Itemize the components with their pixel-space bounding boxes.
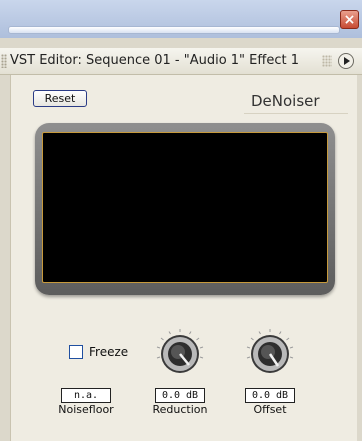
drag-handle-icon[interactable] bbox=[1, 54, 7, 68]
panel-titlebar: VST Editor: Sequence 01 - "Audio 1" Effe… bbox=[0, 48, 362, 75]
knob-icon bbox=[156, 329, 204, 373]
noisefloor-value: n.a. bbox=[61, 388, 111, 403]
window-title: VST Editor: Sequence 01 - "Audio 1" Effe… bbox=[10, 53, 299, 68]
spectrum-display bbox=[42, 132, 328, 283]
offset-label: Offset bbox=[253, 403, 287, 416]
plugin-panel: Reset DeNoiser Freeze n.a. 0.0 dB 0.0 dB… bbox=[10, 75, 357, 441]
close-button[interactable]: × bbox=[340, 10, 359, 29]
host-top-strip: × bbox=[0, 0, 362, 38]
plugin-name: DeNoiser bbox=[251, 92, 320, 110]
grip-icon bbox=[322, 55, 332, 67]
scrollbar[interactable] bbox=[8, 26, 340, 34]
divider bbox=[244, 113, 348, 114]
close-icon: × bbox=[343, 12, 356, 28]
reduction-value[interactable]: 0.0 dB bbox=[155, 388, 205, 403]
offset-knob[interactable] bbox=[245, 328, 295, 378]
reset-button[interactable]: Reset bbox=[33, 90, 87, 107]
offset-value[interactable]: 0.0 dB bbox=[245, 388, 295, 403]
display-bezel bbox=[35, 123, 335, 295]
reduction-label: Reduction bbox=[152, 403, 208, 416]
noisefloor-label: Noisefloor bbox=[58, 403, 114, 416]
panel-menu-button[interactable] bbox=[338, 53, 354, 69]
freeze-checkbox[interactable] bbox=[69, 345, 83, 359]
knob-icon bbox=[246, 329, 294, 373]
reduction-knob[interactable] bbox=[155, 328, 205, 378]
freeze-label: Freeze bbox=[89, 345, 129, 359]
